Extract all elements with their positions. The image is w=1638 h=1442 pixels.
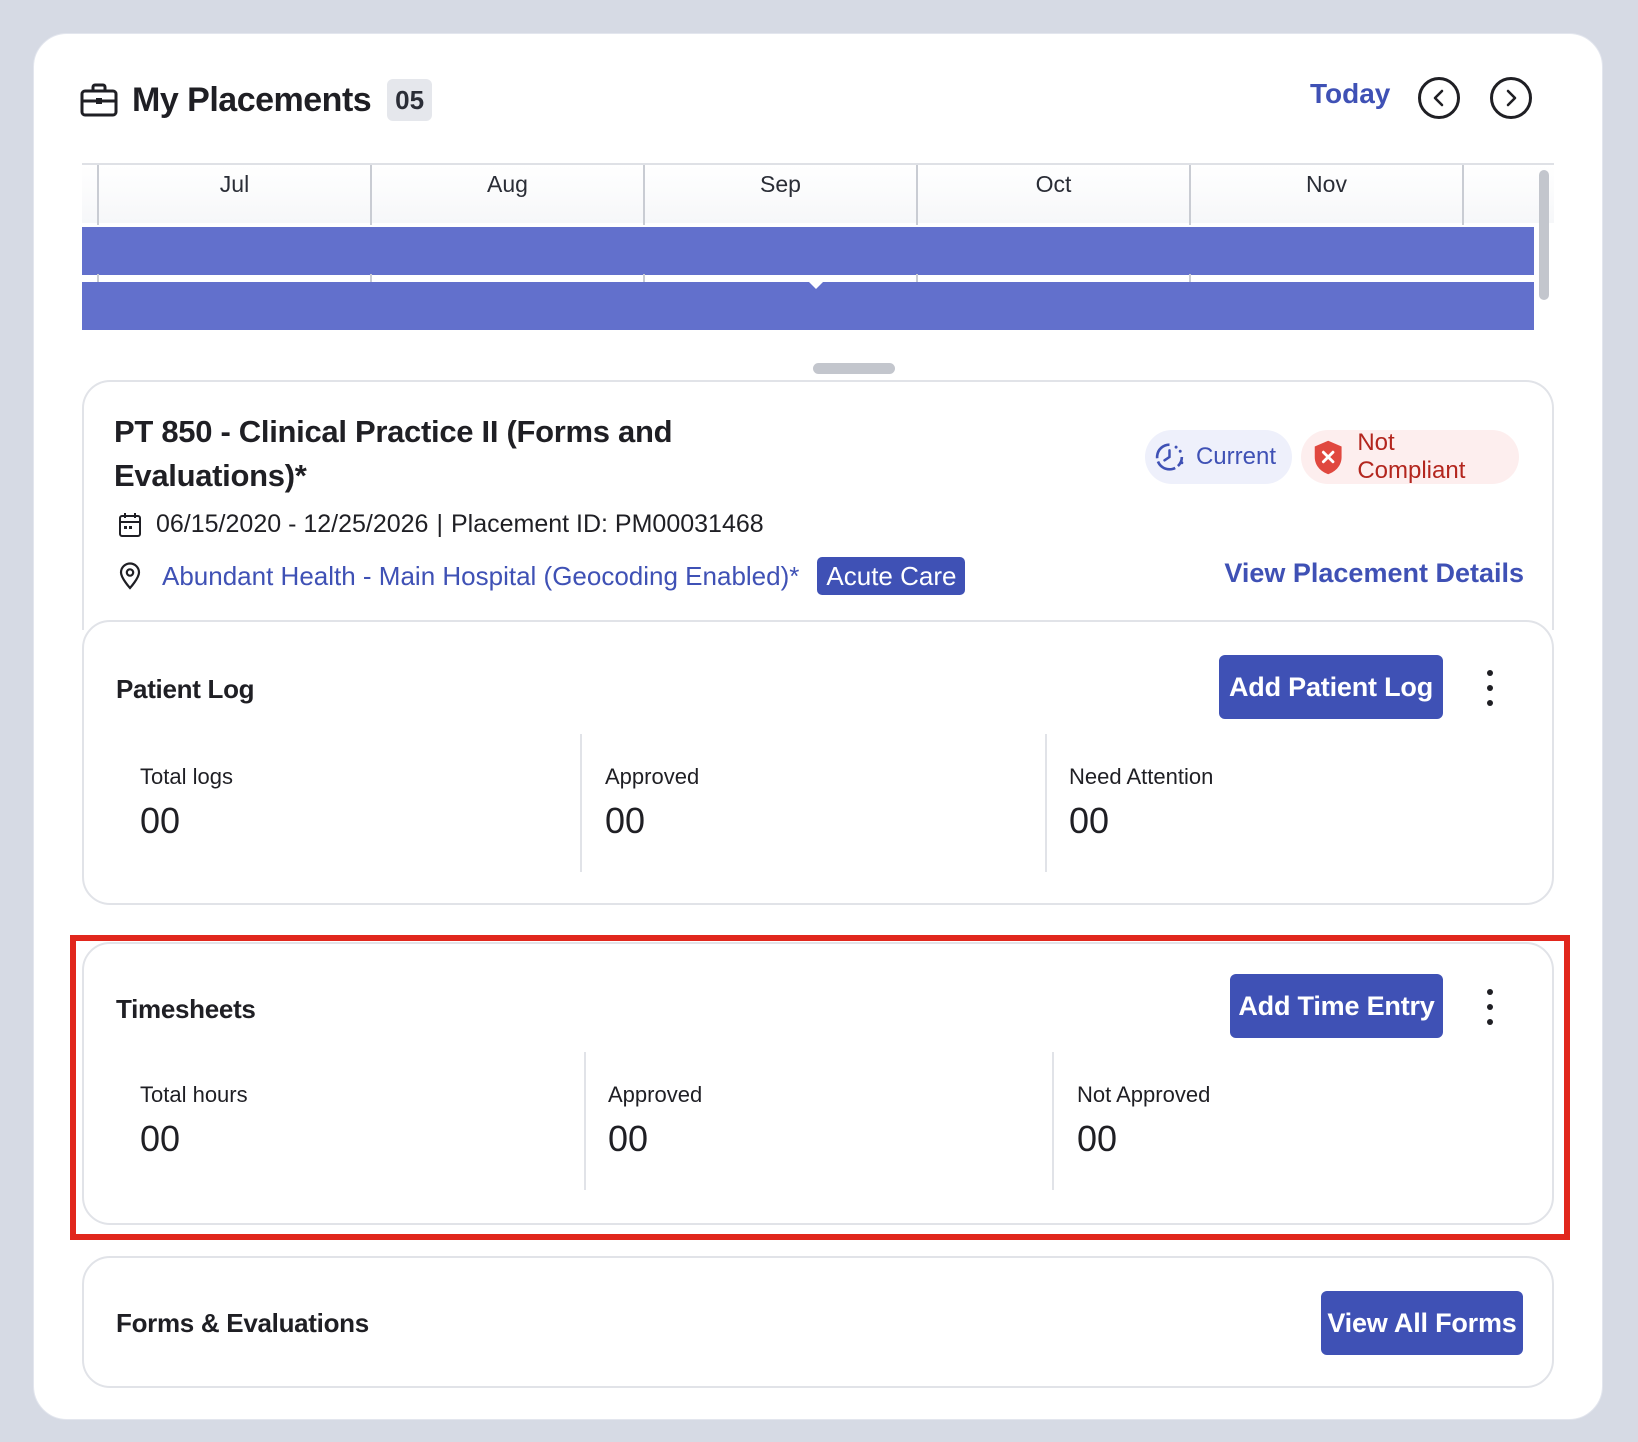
chevron-right-icon (1506, 89, 1517, 107)
placement-location-row: Abundant Health - Main Hospital (Geocodi… (118, 557, 966, 595)
stat-value: 00 (1069, 800, 1110, 841)
timeline-month-header: Jul Aug Sep Oct Nov (82, 163, 1554, 225)
stat-value: 00 (605, 800, 646, 841)
location-pin-icon (119, 562, 141, 590)
panel-resize-handle[interactable] (813, 363, 895, 374)
timeline-month: Oct (916, 165, 1189, 225)
placement-id: Placement ID: PM00031468 (450, 510, 764, 538)
placement-timeline[interactable]: Jul Aug Sep Oct Nov (82, 163, 1554, 333)
timeline-month: Nov (1189, 165, 1462, 225)
stat-divider (580, 734, 582, 872)
timeline-vertical-scrollbar[interactable] (1539, 170, 1549, 300)
more-options-icon[interactable] (1484, 670, 1496, 706)
stat-label: Total logs (140, 764, 233, 789)
shield-x-icon (1314, 440, 1342, 475)
placement-bar[interactable] (82, 227, 1534, 275)
stat-value: 00 (140, 800, 181, 841)
page-title: My Placements (132, 80, 372, 119)
status-badge-current: Current (1145, 430, 1292, 484)
separator: | (436, 510, 443, 538)
previous-button[interactable] (1418, 77, 1460, 119)
briefcase-icon (80, 83, 118, 117)
chevron-left-icon (1433, 89, 1444, 107)
timeline-tick (370, 274, 372, 282)
stat-divider (1045, 734, 1047, 872)
status-badge-not-compliant: Not Compliant (1301, 429, 1519, 484)
forms-evaluations-title: Forms & Evaluations (116, 1308, 369, 1338)
timeline-tick (1189, 274, 1191, 282)
placement-dates: 06/15/2020 - 12/25/2026 (156, 510, 429, 538)
patient-log-title: Patient Log (116, 674, 255, 704)
specialty-tag: Acute Care (817, 557, 966, 595)
timeline-tick (97, 274, 99, 282)
placements-header: My Placements 05 (80, 75, 433, 125)
timeline-month: Aug (370, 165, 643, 225)
stat-total-logs: Total logs 00 (140, 764, 233, 842)
add-patient-log-button[interactable]: Add Patient Log (1219, 655, 1443, 719)
highlight-box (70, 935, 1570, 1240)
next-button[interactable] (1490, 77, 1532, 119)
stat-need-attention: Need Attention 00 (1069, 764, 1213, 842)
forms-evaluations-card: Forms & Evaluations View All Forms (82, 1256, 1554, 1388)
timeline-tick (916, 274, 918, 282)
stat-approved: Approved 00 (605, 764, 699, 842)
stat-label: Need Attention (1069, 764, 1214, 789)
status-label: Current (1195, 443, 1276, 470)
placement-title: PT 850 - Clinical Practice II (Forms and… (114, 414, 673, 493)
timeline-month: Sep (643, 165, 916, 225)
placement-date-row: 06/15/2020 - 12/25/2026 | Placement ID: … (118, 510, 764, 539)
patient-log-card: Patient Log Add Patient Log Total logs 0… (82, 620, 1554, 905)
placement-count-badge: 05 (387, 79, 433, 121)
selected-placement-caret (802, 275, 830, 289)
timeline-tick (643, 274, 645, 282)
clock-progress-icon (1155, 443, 1184, 471)
placement-bar-selected[interactable] (82, 282, 1534, 330)
today-button[interactable]: Today (1310, 78, 1390, 110)
view-all-forms-button[interactable]: View All Forms (1321, 1291, 1523, 1355)
stat-label: Approved (605, 764, 700, 789)
status-label: Not Compliant (1357, 429, 1466, 484)
view-placement-details-link[interactable]: View Placement Details (1224, 558, 1524, 589)
calendar-icon (119, 512, 141, 537)
timeline-month: Jul (97, 165, 370, 225)
placement-location-link[interactable]: Abundant Health - Main Hospital (Geocodi… (162, 561, 799, 592)
